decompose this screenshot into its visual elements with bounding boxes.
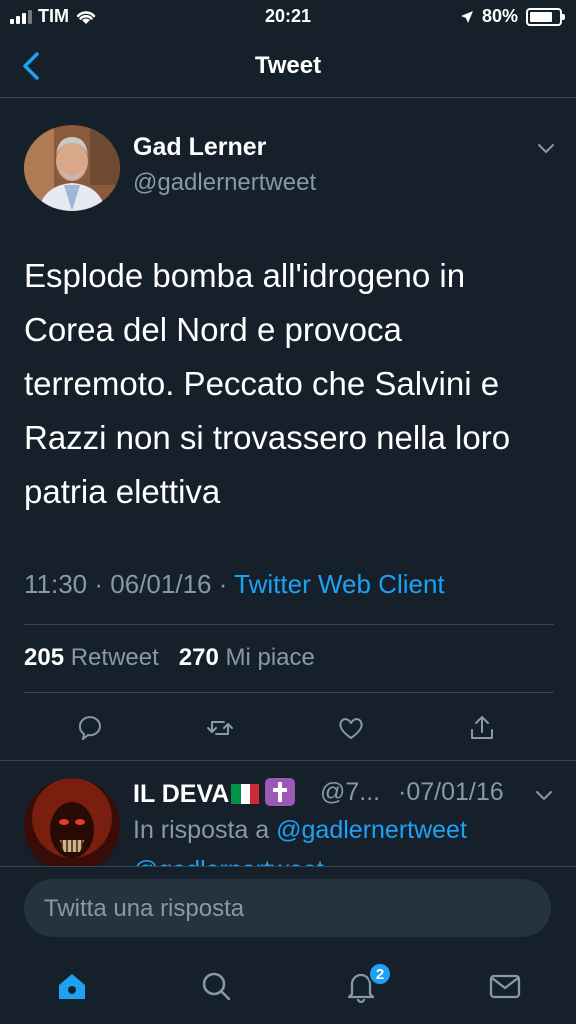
page-title: Tweet	[254, 52, 322, 79]
reply-input-placeholder: Twitta una risposta	[44, 895, 245, 922]
tweet-client-link[interactable]: Twitter Web Client	[234, 569, 444, 599]
share-icon[interactable]	[466, 712, 498, 744]
reply-text-partial[interactable]: @gadlernertweet	[133, 856, 324, 866]
home-icon[interactable]	[54, 968, 90, 1004]
reply-author-name[interactable]: IL DEVA	[133, 778, 296, 809]
latin-cross-icon	[265, 778, 296, 806]
reply-author-handle[interactable]: @7...	[320, 778, 380, 807]
like-stat[interactable]: 270 Mi piace	[179, 644, 315, 671]
notifications-badge: 2	[368, 962, 392, 986]
author-name[interactable]: Gad Lerner	[133, 133, 266, 162]
battery-percent: 80%	[481, 6, 518, 26]
tweet-stats: 205 Retweet 270 Mi piace	[24, 644, 315, 672]
divider	[24, 624, 554, 625]
retweet-stat[interactable]: 205 Retweet	[24, 644, 159, 671]
status-right: 80%	[460, 6, 565, 27]
tweet-meta: 11:30 · 06/01/16 · Twitter Web Client	[24, 569, 445, 600]
battery-icon	[526, 7, 565, 26]
status-bar: TIM 20:21 80%	[0, 0, 576, 34]
retweet-label: Retweet	[70, 644, 159, 671]
reply-context-mention[interactable]: @gadlernertweet	[276, 816, 467, 844]
meta-separator: ·	[218, 569, 228, 599]
like-icon[interactable]	[335, 712, 367, 744]
reply-tweet[interactable]: IL DEVA @7... ·07/01/16 In risposta a @g…	[0, 760, 576, 866]
reply-avatar[interactable]	[24, 778, 120, 866]
like-count: 270	[178, 644, 219, 671]
navigation-bar: Tweet	[0, 34, 576, 98]
reply-name-text: IL DEVA	[133, 780, 230, 808]
tab-bar: 2	[0, 950, 576, 1024]
author-avatar[interactable]	[24, 125, 120, 211]
tweet-time: 11:30	[24, 569, 88, 599]
chevron-down-icon[interactable]	[536, 141, 556, 155]
retweet-count: 205	[24, 644, 65, 671]
compose-bar: Twitta una risposta	[0, 866, 576, 950]
author-handle[interactable]: @gadlernertweet	[133, 169, 316, 197]
chevron-down-icon[interactable]	[534, 788, 554, 802]
search-icon[interactable]	[198, 968, 234, 1004]
reply-input[interactable]: Twitta una risposta	[24, 879, 551, 937]
tweet-actions	[0, 704, 576, 752]
reply-date: ·07/01/16	[398, 778, 504, 806]
meta-separator: ·	[94, 569, 104, 599]
retweet-icon[interactable]	[204, 712, 236, 744]
location-arrow-icon	[460, 10, 473, 23]
tweet-text: Esplode bomba all'idrogeno in Corea del …	[24, 257, 511, 510]
tweet-date: 06/01/16	[110, 569, 212, 599]
italy-flag-icon	[231, 782, 260, 804]
messages-icon[interactable]	[487, 968, 523, 1004]
reply-context-prefix: In risposta a	[133, 816, 270, 844]
divider	[24, 692, 554, 693]
reply-icon[interactable]	[74, 712, 106, 744]
reply-context: In risposta a @gadlernertweet	[133, 816, 467, 845]
like-label: Mi piace	[225, 644, 315, 671]
